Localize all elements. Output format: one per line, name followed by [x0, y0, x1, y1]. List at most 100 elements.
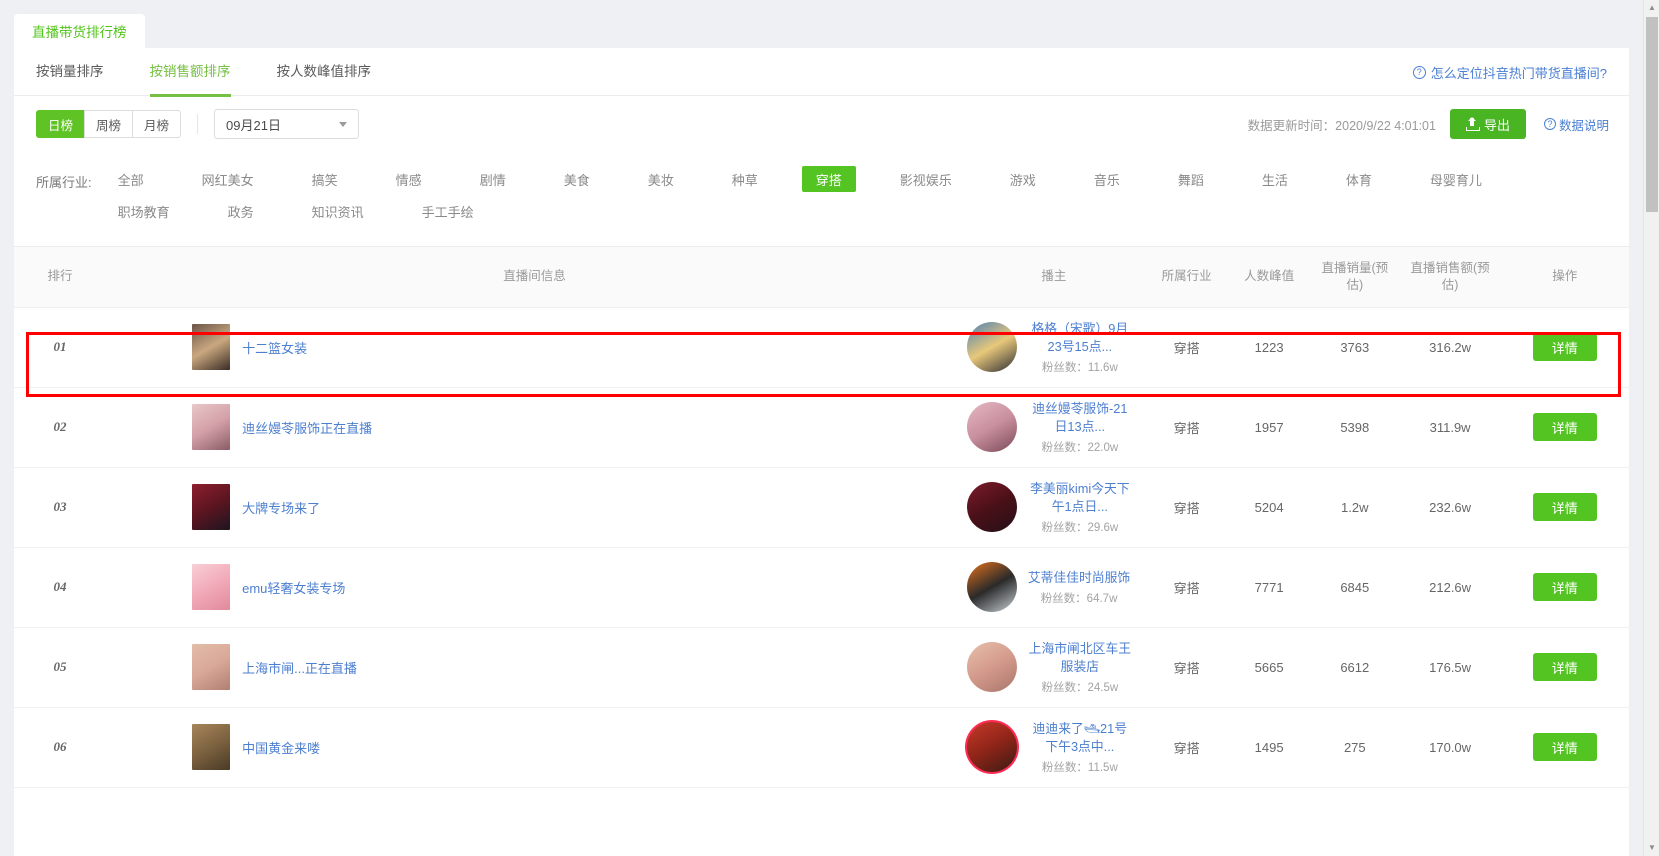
- room-thumbnail[interactable]: [192, 644, 231, 691]
- industry-filter-item[interactable]: 舞蹈: [1164, 166, 1218, 192]
- help-link[interactable]: ? 怎么定位抖音热门带货直播间?: [1412, 48, 1607, 96]
- industry-filter-item[interactable]: 种草: [718, 166, 772, 192]
- room-title-link[interactable]: 中国黄金来喽: [242, 738, 320, 757]
- room-thumbnail[interactable]: [192, 484, 231, 531]
- industry-filter-item[interactable]: 职场教育: [104, 198, 184, 224]
- industry-filter-item-label: 美妆: [647, 172, 674, 188]
- cell-peak: 1223: [1228, 307, 1310, 388]
- industry-filter-item-label: 种草: [731, 172, 758, 188]
- industry-filter-item[interactable]: 搞笑: [298, 166, 352, 192]
- cell-room: 大牌专场来了: [106, 467, 963, 548]
- anchor-name-link[interactable]: 迪丝嫚苓服饰-21日13点...: [1028, 400, 1132, 437]
- room-thumbnail[interactable]: [192, 404, 231, 451]
- anchor-name-link[interactable]: 格格（宋歌）9月23号15点...: [1028, 320, 1132, 357]
- anchor-name-link[interactable]: 迪迪来了🛥21号下午3点中...: [1028, 720, 1132, 757]
- industry-filter-item[interactable]: 政务: [214, 198, 268, 224]
- industry-filter-item[interactable]: 母婴育儿: [1416, 166, 1496, 192]
- subnav-item-by-volume[interactable]: 按销量排序: [36, 48, 104, 96]
- table-row: 04 emu轻奢女装专场 艾蒂佳佳时尚服饰 粉丝数：64.7w 穿搭 7771 6845 21…: [14, 547, 1629, 628]
- detail-button[interactable]: 详情: [1532, 493, 1597, 522]
- room-title-link[interactable]: 迪丝嫚苓服饰正在直播: [242, 418, 372, 437]
- date-select-value: 09月21日: [226, 117, 281, 133]
- industry-filter-item[interactable]: 游戏: [996, 166, 1050, 192]
- detail-button[interactable]: 详情: [1532, 413, 1597, 442]
- industry-filter-item[interactable]: 穿搭: [801, 166, 856, 192]
- cell-action: 详情: [1500, 467, 1629, 548]
- industry-filter-item[interactable]: 音乐: [1080, 166, 1134, 192]
- cell-amount: 316.2w: [1399, 307, 1501, 388]
- industry-filter-item[interactable]: 影视娱乐: [886, 166, 966, 192]
- industry-filter-item[interactable]: 生活: [1248, 166, 1302, 192]
- avatar[interactable]: [966, 402, 1017, 453]
- date-select[interactable]: 09月21日: [214, 109, 360, 139]
- industry-filter-item-label: 政务: [227, 204, 254, 220]
- page-scrollbar[interactable]: ▲ ▼: [1643, 0, 1659, 856]
- room-thumbnail[interactable]: [192, 564, 231, 611]
- export-button[interactable]: 导出: [1449, 109, 1526, 139]
- header-room: 直播间信息: [106, 247, 963, 308]
- industry-filter-item[interactable]: 网红美女: [188, 166, 268, 192]
- industry-filter-item-label: 美食: [563, 172, 590, 188]
- avatar[interactable]: [966, 482, 1017, 533]
- header-sales: 直播销量(预估): [1309, 247, 1400, 308]
- subnav-label: 按销售额排序: [149, 63, 231, 79]
- industry-filter-item-label: 生活: [1261, 172, 1288, 188]
- toolbar: 日榜 周榜 月榜 09月21日 数据更新时间：2020/9/22 4:01:01…: [14, 96, 1629, 152]
- period-button-weekly[interactable]: 周榜: [84, 110, 133, 138]
- industry-filter-item[interactable]: 美妆: [634, 166, 688, 192]
- industry-filter-item[interactable]: 体育: [1332, 166, 1386, 192]
- subnav-label: 按人数峰值排序: [276, 63, 372, 79]
- industry-filter-item-label: 穿搭: [815, 172, 842, 188]
- industry-filter-item[interactable]: 美食: [550, 166, 604, 192]
- avatar[interactable]: [966, 322, 1017, 373]
- cell-anchor: 艾蒂佳佳时尚服饰 粉丝数：64.7w: [962, 547, 1145, 628]
- scrollbar-thumb[interactable]: [1646, 17, 1658, 212]
- cell-anchor: 迪迪来了🛥21号下午3点中... 粉丝数：11.5w: [962, 707, 1145, 788]
- scroll-down-icon[interactable]: ▼: [1644, 840, 1659, 856]
- anchor-name-link[interactable]: 上海市闸北区车王服装店: [1028, 640, 1132, 677]
- cell-sales: 275: [1309, 707, 1400, 788]
- industry-filter-item-label: 影视娱乐: [899, 172, 952, 188]
- anchor-name-link[interactable]: 艾蒂佳佳时尚服饰: [1028, 569, 1130, 588]
- room-thumbnail[interactable]: [192, 324, 231, 371]
- industry-filter-item[interactable]: 情感: [382, 166, 436, 192]
- period-button-daily[interactable]: 日榜: [36, 110, 85, 138]
- subnav-item-by-amount[interactable]: 按销售额排序: [149, 48, 231, 97]
- anchor-fans-count: 粉丝数：22.0w: [1041, 441, 1119, 454]
- cell-anchor: 格格（宋歌）9月23号15点... 粉丝数：11.6w: [962, 307, 1145, 388]
- app-viewport: 直播带货排行榜 按销量排序 按销售额排序 按人数峰值排序 ? 怎么定位抖音热门带…: [0, 0, 1659, 856]
- avatar[interactable]: [966, 562, 1017, 613]
- industry-filter-item-label: 全部: [117, 172, 144, 188]
- cell-amount: 176.5w: [1399, 627, 1501, 708]
- avatar[interactable]: [966, 722, 1017, 773]
- detail-button[interactable]: 详情: [1532, 573, 1597, 602]
- main-card: 按销量排序 按销售额排序 按人数峰值排序 ? 怎么定位抖音热门带货直播间? 日榜…: [14, 48, 1629, 856]
- room-title-link[interactable]: 大牌专场来了: [242, 498, 320, 517]
- detail-button[interactable]: 详情: [1532, 333, 1597, 362]
- room-title-link[interactable]: 十二篮女装: [242, 338, 307, 357]
- industry-filter-item[interactable]: 全部: [104, 166, 158, 192]
- period-label: 周榜: [96, 118, 122, 133]
- cell-action: 详情: [1500, 627, 1629, 708]
- cell-amount: 311.9w: [1399, 387, 1501, 468]
- tab-live-sales-ranking[interactable]: 直播带货排行榜: [14, 14, 145, 48]
- subnav-item-by-peak[interactable]: 按人数峰值排序: [277, 48, 372, 96]
- detail-button[interactable]: 详情: [1532, 653, 1597, 682]
- room-thumbnail[interactable]: [192, 724, 231, 771]
- cell-sales: 3763: [1309, 307, 1400, 388]
- scroll-up-icon[interactable]: ▲: [1644, 0, 1659, 16]
- industry-filter-item-label: 音乐: [1093, 172, 1120, 188]
- anchor-name-link[interactable]: 李美丽kimi今天下午1点日...: [1028, 480, 1132, 517]
- anchor-fans-count: 粉丝数：11.6w: [1041, 361, 1118, 374]
- industry-filter-item[interactable]: 知识资讯: [298, 198, 378, 224]
- data-description-link[interactable]: ? 数据说明: [1543, 115, 1609, 134]
- detail-button[interactable]: 详情: [1532, 733, 1597, 762]
- room-title-link[interactable]: emu轻奢女装专场: [242, 578, 345, 597]
- industry-filter-item-label: 手工手绘: [421, 204, 474, 220]
- avatar[interactable]: [966, 642, 1017, 693]
- room-title-link[interactable]: 上海市闸...正在直播: [242, 658, 357, 677]
- table-row: 05 上海市闸...正在直播 上海市闸北区车王服装店 粉丝数：24.5w 穿搭 5665 6…: [14, 627, 1629, 708]
- period-button-monthly[interactable]: 月榜: [132, 110, 182, 138]
- industry-filter-item[interactable]: 手工手绘: [408, 198, 488, 224]
- industry-filter-item[interactable]: 剧情: [466, 166, 520, 192]
